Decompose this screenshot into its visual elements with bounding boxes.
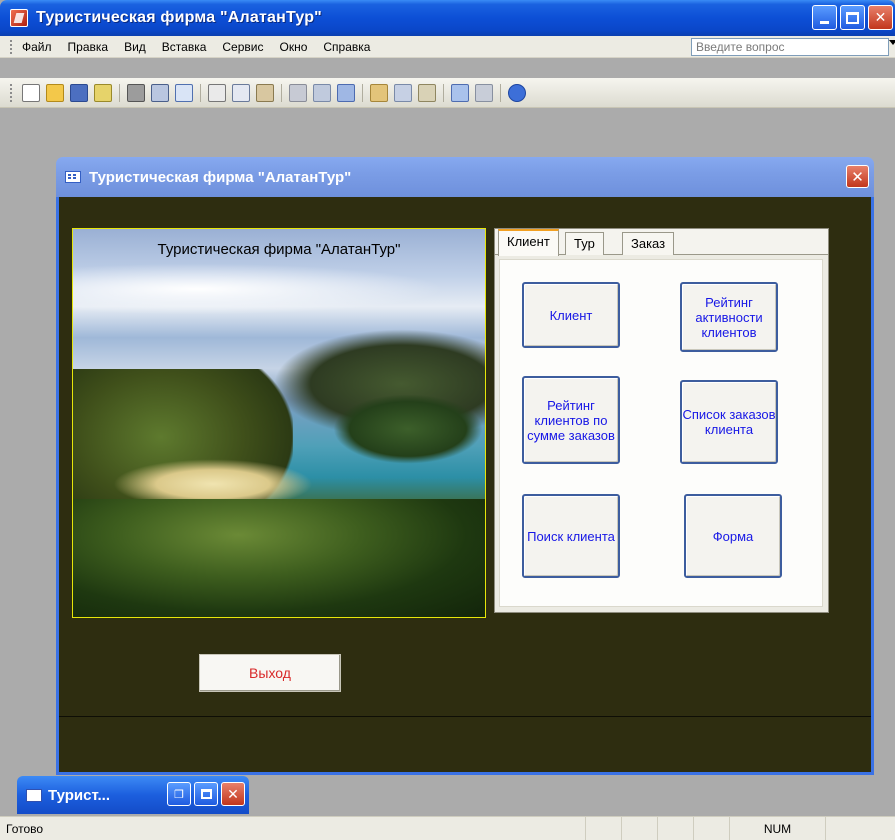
menu-help[interactable]: Справка: [323, 40, 370, 54]
minimize-button[interactable]: [812, 5, 837, 30]
office-links-icon[interactable]: [337, 83, 355, 102]
tab-page-client: Клиент Рейтинг активности клиентов Рейти…: [499, 259, 823, 607]
search-icon[interactable]: [94, 83, 112, 102]
toolbar-grip[interactable]: [10, 83, 13, 102]
form-button[interactable]: Форма: [684, 494, 782, 578]
insert-hyperlink-icon[interactable]: [313, 83, 331, 102]
close-icon: ✕: [227, 785, 239, 802]
menu-edit[interactable]: Правка: [68, 40, 109, 54]
minimize-icon: [820, 21, 829, 24]
form-icon: [26, 788, 42, 802]
picture-caption: Туристическая фирма "АлатанТур": [157, 241, 401, 258]
maximize-icon: [846, 11, 859, 24]
find-client-button[interactable]: Поиск клиента: [522, 494, 620, 578]
tab-tour[interactable]: Тур: [565, 232, 604, 255]
toolbar-separator: [119, 83, 120, 102]
restore-button[interactable]: ❐: [167, 782, 191, 806]
relationships-icon[interactable]: [394, 83, 412, 102]
print-preview-icon[interactable]: [151, 83, 169, 102]
status-text: Готово: [6, 821, 44, 836]
paste-icon[interactable]: [256, 83, 274, 102]
access-app-icon[interactable]: [10, 9, 28, 27]
tab-client[interactable]: Клиент: [498, 229, 559, 256]
tab-strip: Клиент Тур Заказ: [495, 229, 828, 256]
activity-rating-button[interactable]: Рейтинг активности клиентов: [680, 282, 778, 352]
new-object-icon[interactable]: [451, 83, 469, 102]
form-close-button[interactable]: ✕: [846, 165, 869, 188]
new-icon[interactable]: [22, 83, 40, 102]
properties-icon[interactable]: [418, 83, 436, 102]
app-titlebar[interactable]: Туристическая фирма "АлатанТур" ✕: [0, 0, 895, 36]
tab-control: Клиент Тур Заказ Клиент Рейтинг активнос…: [494, 228, 829, 613]
toolbar-separator: [362, 83, 363, 102]
app-title: Туристическая фирма "АлатанТур": [36, 9, 322, 26]
status-cell: [621, 817, 657, 840]
client-orders-button[interactable]: Список заказов клиента: [680, 380, 778, 464]
restore-icon: ❐: [174, 788, 184, 801]
close-icon: ✕: [874, 9, 887, 25]
database-window-icon[interactable]: [475, 83, 493, 102]
toolbar: [0, 78, 895, 108]
minimized-title: Турист...: [48, 786, 110, 804]
cut-icon[interactable]: [208, 83, 226, 102]
menu-bar: Файл Правка Вид Вставка Сервис Окно Спра…: [0, 36, 895, 58]
toolbar-separator: [443, 83, 444, 102]
status-cell: [657, 817, 693, 840]
help-icon[interactable]: [508, 83, 526, 102]
toolbar-separator: [500, 83, 501, 102]
form-divider: [59, 716, 871, 717]
close-icon: ✕: [851, 168, 864, 186]
save-icon[interactable]: [70, 83, 88, 102]
form-title: Туристическая фирма "АлатанТур": [89, 168, 352, 186]
sum-rating-button[interactable]: Рейтинг клиентов по сумме заказов: [522, 376, 620, 464]
maximize-button[interactable]: [194, 782, 218, 806]
tab-order[interactable]: Заказ: [622, 232, 675, 255]
landscape-picture: Туристическая фирма "АлатанТур": [72, 228, 486, 618]
menu-insert[interactable]: Вставка: [162, 40, 207, 54]
menu-view[interactable]: Вид: [124, 40, 146, 54]
ask-dropdown-icon[interactable]: [889, 40, 895, 45]
menu-grip[interactable]: [10, 39, 13, 54]
close-button[interactable]: ✕: [221, 782, 245, 806]
open-icon[interactable]: [46, 83, 64, 102]
status-cell: [585, 817, 621, 840]
num-lock-indicator: NUM: [729, 817, 825, 840]
toolbar-separator: [200, 83, 201, 102]
toolbar-separator: [281, 83, 282, 102]
form-icon: [65, 171, 81, 183]
print-icon[interactable]: [127, 83, 145, 102]
exit-button[interactable]: Выход: [199, 654, 341, 692]
menu-window[interactable]: Окно: [279, 40, 307, 54]
analyze-icon[interactable]: [370, 83, 388, 102]
menu-file[interactable]: Файл: [22, 40, 52, 54]
close-button[interactable]: ✕: [868, 5, 893, 30]
copy-icon[interactable]: [232, 83, 250, 102]
ask-question-input[interactable]: Введите вопрос: [691, 38, 889, 56]
form-titlebar[interactable]: Туристическая фирма "АлатанТур" ✕: [56, 157, 874, 197]
status-bar: Готово NUM: [0, 816, 895, 840]
maximize-icon: [200, 789, 212, 799]
status-cell: [693, 817, 729, 840]
menu-tools[interactable]: Сервис: [222, 40, 263, 54]
client-button[interactable]: Клиент: [522, 282, 620, 348]
status-cell: [825, 817, 895, 840]
maximize-button[interactable]: [840, 5, 865, 30]
minimized-window[interactable]: Турист... ❐ ✕: [17, 776, 249, 814]
spellcheck-icon[interactable]: [175, 83, 193, 102]
form-window: Туристическая фирма "АлатанТур" ✕ Турист…: [56, 157, 874, 775]
undo-icon[interactable]: [289, 83, 307, 102]
